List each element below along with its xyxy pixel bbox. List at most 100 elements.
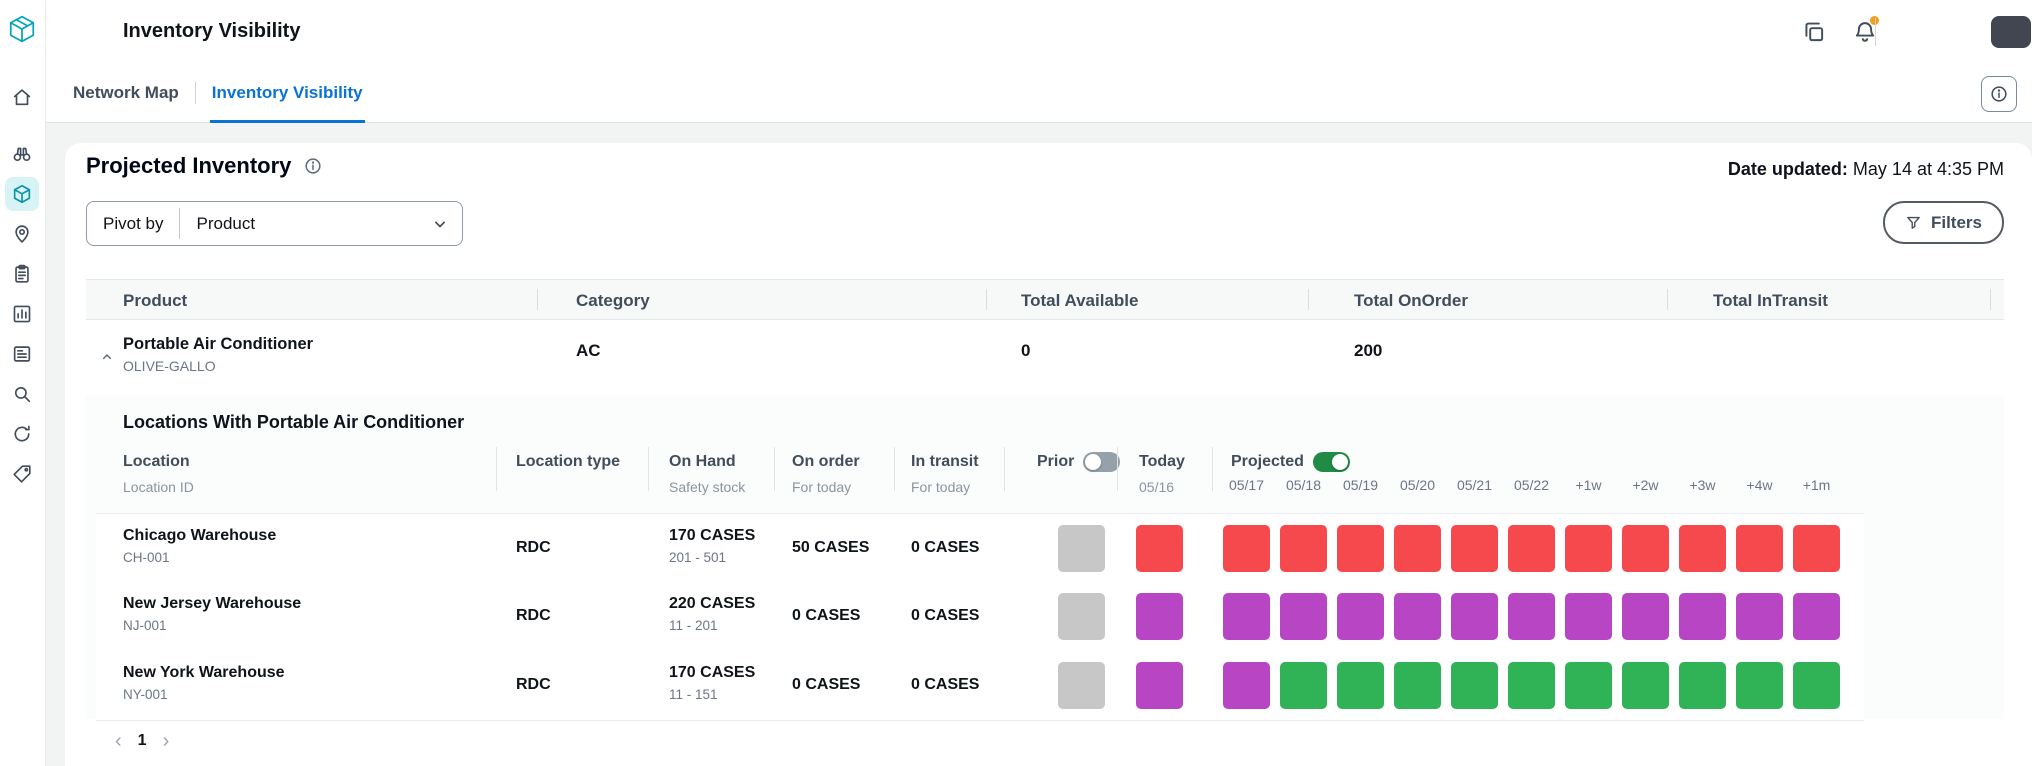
- status-cell-purple[interactable]: [1136, 662, 1183, 709]
- status-cell-purple[interactable]: [1565, 593, 1612, 640]
- current-page[interactable]: 1: [138, 732, 147, 750]
- loc-col-location[interactable]: Location: [123, 453, 190, 471]
- tab-network-map[interactable]: Network Map: [71, 64, 181, 122]
- col-total-available[interactable]: Total Available: [1021, 291, 1138, 311]
- product-total-available: 0: [1021, 341, 1030, 361]
- status-cell-red[interactable]: [1679, 525, 1726, 572]
- loc-col-intransit[interactable]: In transit: [911, 453, 979, 471]
- status-cell-green[interactable]: [1280, 662, 1327, 709]
- collapse-row-button[interactable]: [96, 346, 118, 368]
- loc-col-onorder[interactable]: On order: [792, 453, 860, 471]
- location-row-new-york[interactable]: New York Warehouse NY-001 RDC 170 CASES …: [96, 651, 1864, 721]
- sidebar-item-reports[interactable]: [5, 337, 39, 371]
- status-cell-purple[interactable]: [1280, 593, 1327, 640]
- filters-button[interactable]: Filters: [1883, 201, 2004, 244]
- column-separator: [986, 289, 987, 310]
- location-row-chicago[interactable]: Chicago Warehouse CH-001 RDC 170 CASES 2…: [96, 513, 1864, 584]
- date-label: +2w: [1622, 477, 1669, 493]
- projected-cells: [1223, 662, 1840, 709]
- status-cell-red[interactable]: [1451, 525, 1498, 572]
- product-name[interactable]: Portable Air Conditioner: [123, 335, 313, 354]
- status-cell-green[interactable]: [1451, 662, 1498, 709]
- status-cell-purple[interactable]: [1451, 593, 1498, 640]
- status-cell-gray[interactable]: [1058, 662, 1105, 709]
- sidebar-item-locations[interactable]: [5, 217, 39, 251]
- col-category[interactable]: Category: [576, 291, 650, 311]
- status-cell-green[interactable]: [1622, 662, 1669, 709]
- copy-button[interactable]: [1801, 19, 1827, 45]
- status-cell-green[interactable]: [1337, 662, 1384, 709]
- status-cell-green[interactable]: [1679, 662, 1726, 709]
- product-sku: OLIVE-GALLO: [123, 358, 216, 374]
- sidebar-item-sustainability[interactable]: [5, 417, 39, 451]
- status-cell-purple[interactable]: [1622, 593, 1669, 640]
- status-cell-gray[interactable]: [1058, 525, 1105, 572]
- today-cell-slot: [1136, 593, 1183, 640]
- prior-toggle[interactable]: [1083, 452, 1120, 472]
- status-cell-purple[interactable]: [1736, 593, 1783, 640]
- status-cell-red[interactable]: [1394, 525, 1441, 572]
- sidebar: [0, 0, 46, 766]
- col-total-onorder[interactable]: Total OnOrder: [1354, 291, 1468, 311]
- loc-col-location-sub: Location ID: [123, 479, 194, 495]
- loc-col-onhand-sub: Safety stock: [669, 479, 745, 495]
- projected-toggle[interactable]: [1313, 452, 1350, 472]
- date-updated: Date updated: May 14 at 4:35 PM: [1728, 159, 2004, 180]
- status-cell-green[interactable]: [1508, 662, 1555, 709]
- status-cell-red[interactable]: [1793, 525, 1840, 572]
- sidebar-item-tags[interactable]: [5, 457, 39, 491]
- status-cell-red[interactable]: [1280, 525, 1327, 572]
- status-cell-purple[interactable]: [1337, 593, 1384, 640]
- loc-col-onhand[interactable]: On Hand: [669, 453, 736, 471]
- clipboard-icon: [11, 263, 33, 285]
- status-cell-red[interactable]: [1136, 525, 1183, 572]
- status-cell-green[interactable]: [1793, 662, 1840, 709]
- sidebar-item-home[interactable]: [5, 80, 39, 114]
- col-total-intransit[interactable]: Total InTransit: [1713, 291, 1828, 311]
- status-cell-purple[interactable]: [1223, 662, 1270, 709]
- status-cell-purple[interactable]: [1508, 593, 1555, 640]
- tab-inventory-visibility[interactable]: Inventory Visibility: [210, 64, 365, 122]
- header-divider: [1875, 18, 1876, 46]
- locations-section: Locations With Portable Air Conditioner …: [86, 395, 2004, 719]
- sidebar-item-insights[interactable]: [5, 137, 39, 171]
- pivot-by-select[interactable]: Pivot by Product: [86, 201, 463, 246]
- home-icon: [11, 86, 33, 108]
- heading-info-button[interactable]: [303, 156, 323, 176]
- status-cell-purple[interactable]: [1793, 593, 1840, 640]
- status-cell-red[interactable]: [1736, 525, 1783, 572]
- top-header: Inventory Visibility: [45, 0, 2032, 65]
- page-info-button[interactable]: [1981, 76, 2017, 112]
- status-cell-purple[interactable]: [1679, 593, 1726, 640]
- prev-page-button[interactable]: ‹: [115, 731, 122, 751]
- location-row-new-jersey[interactable]: New Jersey Warehouse NJ-001 RDC 220 CASE…: [96, 582, 1864, 652]
- status-cell-red[interactable]: [1337, 525, 1384, 572]
- status-cell-red[interactable]: [1223, 525, 1270, 572]
- col-product[interactable]: Product: [123, 291, 187, 311]
- profile-button[interactable]: [1991, 16, 2031, 48]
- sidebar-item-orders[interactable]: [5, 257, 39, 291]
- bar-chart-icon: [11, 303, 33, 325]
- content-panel: Projected Inventory Date updated: May 14…: [65, 143, 2032, 766]
- on-order-value: 50 CASES: [792, 539, 869, 557]
- location-pin-icon: [11, 223, 33, 245]
- status-cell-purple[interactable]: [1136, 593, 1183, 640]
- app-logo-icon[interactable]: [5, 12, 39, 46]
- sidebar-item-inventory[interactable]: [5, 177, 39, 211]
- loc-col-type[interactable]: Location type: [516, 453, 620, 471]
- status-cell-purple[interactable]: [1394, 593, 1441, 640]
- status-cell-red[interactable]: [1508, 525, 1555, 572]
- column-separator: [894, 447, 895, 491]
- status-cell-gray[interactable]: [1058, 593, 1105, 640]
- today-cell-slot: [1136, 525, 1183, 572]
- status-cell-green[interactable]: [1736, 662, 1783, 709]
- status-cell-red[interactable]: [1565, 525, 1612, 572]
- status-cell-green[interactable]: [1394, 662, 1441, 709]
- sidebar-item-analytics[interactable]: [5, 297, 39, 331]
- status-cell-red[interactable]: [1622, 525, 1669, 572]
- status-cell-green[interactable]: [1565, 662, 1612, 709]
- status-cell-purple[interactable]: [1223, 593, 1270, 640]
- sidebar-item-search[interactable]: [5, 377, 39, 411]
- loc-col-intransit-sub: For today: [911, 479, 970, 495]
- next-page-button[interactable]: ›: [163, 731, 170, 751]
